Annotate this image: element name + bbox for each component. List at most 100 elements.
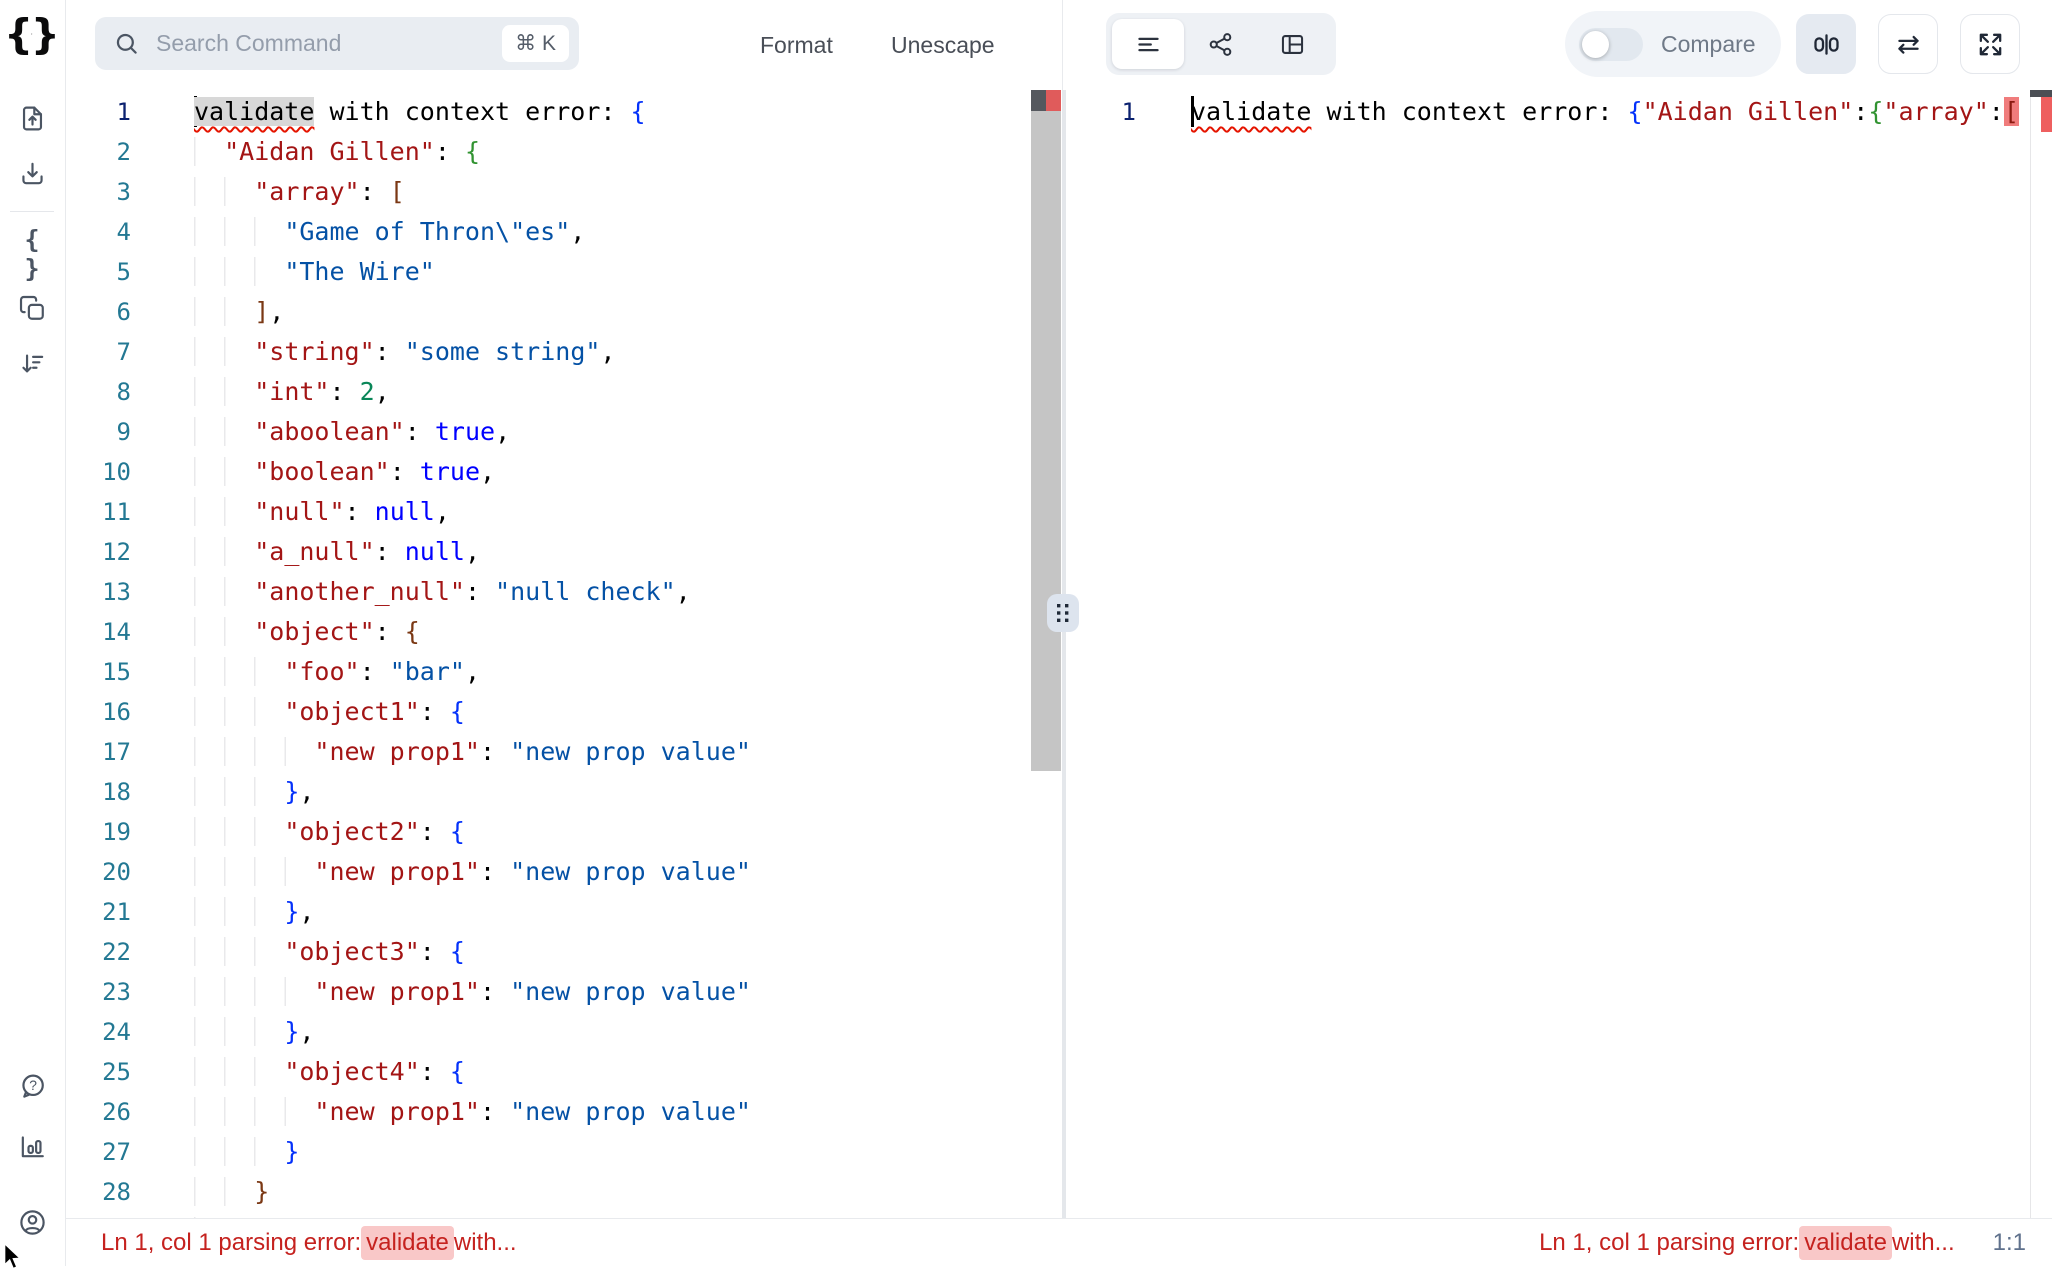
code-line: 11 "null": null, bbox=[65, 492, 1062, 532]
swap-panes-button[interactable] bbox=[1878, 14, 1938, 74]
account-button[interactable] bbox=[17, 1207, 48, 1238]
sort-tool-button[interactable] bbox=[17, 348, 48, 379]
line-number: 19 bbox=[65, 812, 131, 852]
code-line: 9 "aboolean": true, bbox=[65, 412, 1062, 452]
pane-resize-handle[interactable] bbox=[1047, 594, 1079, 632]
help-button[interactable]: ? bbox=[17, 1071, 48, 1102]
braces-tool-button[interactable]: { } bbox=[17, 238, 48, 269]
code-token: , bbox=[299, 777, 314, 806]
clone-tool-button[interactable] bbox=[17, 293, 48, 324]
code-token: { bbox=[631, 97, 646, 126]
upload-file-button[interactable] bbox=[17, 103, 48, 134]
side-by-side-button[interactable] bbox=[1796, 14, 1856, 74]
download-button[interactable] bbox=[17, 158, 48, 189]
code-line: 5 "The Wire" bbox=[65, 252, 1062, 292]
analytics-button[interactable] bbox=[17, 1131, 48, 1162]
view-mode-table[interactable] bbox=[1256, 19, 1328, 69]
line-number: 28 bbox=[65, 1172, 131, 1212]
status-message: Ln 1, col 1 parsing error: bbox=[101, 1229, 361, 1257]
code-token: : bbox=[1989, 97, 2004, 126]
line-number: 25 bbox=[65, 1052, 131, 1092]
status-message-suffix: with... bbox=[454, 1229, 517, 1257]
line-number: 22 bbox=[65, 932, 131, 972]
code-token bbox=[194, 1137, 284, 1166]
code-line: 23 "new prop1": "new prop value" bbox=[65, 972, 1062, 1012]
code-token bbox=[194, 1177, 254, 1206]
code-line: 27 } bbox=[65, 1132, 1062, 1172]
code-token: , bbox=[600, 337, 615, 366]
code-token: : bbox=[435, 137, 465, 166]
code-token bbox=[194, 857, 314, 886]
code-token bbox=[194, 497, 254, 526]
view-mode-text[interactable] bbox=[1112, 19, 1184, 69]
code-line: 1validate with context error: { bbox=[65, 92, 1062, 132]
view-mode-graph[interactable] bbox=[1184, 19, 1256, 69]
json-editor-left[interactable]: 1validate with context error: {2 "Aidan … bbox=[65, 90, 1062, 1218]
line-number: 1 bbox=[65, 92, 131, 132]
code-line: 1validate with context error: {"Aidan Gi… bbox=[1066, 92, 2052, 132]
code-token: : bbox=[375, 537, 405, 566]
line-number: 13 bbox=[65, 572, 131, 612]
cursor-position: 1:1 bbox=[1993, 1229, 2026, 1257]
unescape-button[interactable]: Unescape bbox=[891, 0, 995, 90]
code-token: "object2" bbox=[284, 817, 419, 846]
compare-toggle[interactable] bbox=[1579, 28, 1643, 61]
code-token: : bbox=[375, 337, 405, 366]
code-line: 17 "new prop1": "new prop value" bbox=[65, 732, 1062, 772]
code-token: "new prop1" bbox=[314, 977, 480, 1006]
code-token: 2 bbox=[360, 377, 375, 406]
line-number: 23 bbox=[65, 972, 131, 1012]
code-token bbox=[194, 1017, 284, 1046]
code-line: 24 }, bbox=[65, 1012, 1062, 1052]
code-line: 6 ], bbox=[65, 292, 1062, 332]
search-placeholder: Search Command bbox=[156, 30, 502, 57]
code-token bbox=[194, 1097, 314, 1126]
code-token bbox=[194, 417, 254, 446]
status-message-suffix: with... bbox=[1892, 1229, 1955, 1257]
code-token: "object3" bbox=[284, 937, 419, 966]
app-logo[interactable]: { } bbox=[4, 10, 60, 58]
fullscreen-button[interactable] bbox=[1960, 14, 2020, 74]
code-token: "a_null" bbox=[254, 537, 374, 566]
bar-chart-icon bbox=[18, 1132, 47, 1161]
line-number: 17 bbox=[65, 732, 131, 772]
code-token: , bbox=[495, 417, 510, 446]
format-button[interactable]: Format bbox=[760, 0, 833, 90]
code-token: "string" bbox=[254, 337, 374, 366]
code-token: { bbox=[450, 1057, 465, 1086]
code-token: : bbox=[329, 377, 359, 406]
code-line: 26 "new prop1": "new prop value" bbox=[65, 1092, 1062, 1132]
code-token: "int" bbox=[254, 377, 329, 406]
line-number: 1 bbox=[1066, 92, 1136, 132]
code-token bbox=[194, 737, 314, 766]
scrollbar-thumb[interactable] bbox=[1031, 111, 1061, 771]
code-token: : bbox=[360, 177, 390, 206]
code-token: { bbox=[450, 937, 465, 966]
json-editor-right[interactable]: 1validate with context error: {"Aidan Gi… bbox=[1066, 90, 2052, 1218]
fullscreen-icon bbox=[1976, 30, 2005, 59]
compare-control: Compare bbox=[1565, 11, 1781, 77]
code-token: "object1" bbox=[284, 697, 419, 726]
code-token: "object" bbox=[254, 617, 374, 646]
code-token: "Game of Thron\"es" bbox=[284, 217, 570, 246]
code-token: null bbox=[405, 537, 465, 566]
code-token: "new prop1" bbox=[314, 737, 480, 766]
user-icon bbox=[18, 1208, 47, 1237]
code-token: "some string" bbox=[405, 337, 601, 366]
code-token bbox=[194, 577, 254, 606]
line-number: 3 bbox=[65, 172, 131, 212]
overview-selection-marker bbox=[2030, 90, 2052, 97]
code-token: "Aidan Gillen" bbox=[1643, 97, 1854, 126]
code-token: "new prop1" bbox=[314, 1097, 480, 1126]
sidebar: { } { } ? bbox=[0, 0, 66, 1266]
code-token: } bbox=[284, 777, 299, 806]
code-token: : bbox=[480, 857, 510, 886]
line-number: 14 bbox=[65, 612, 131, 652]
code-token: "array" bbox=[254, 177, 359, 206]
overview-error-marker bbox=[1046, 90, 1061, 111]
swap-arrows-icon bbox=[1894, 30, 1923, 59]
code-token: validate bbox=[1191, 97, 1311, 126]
search-input[interactable]: Search Command ⌘ K bbox=[95, 17, 579, 70]
table-view-icon bbox=[1279, 31, 1306, 58]
toggle-knob bbox=[1582, 31, 1609, 58]
